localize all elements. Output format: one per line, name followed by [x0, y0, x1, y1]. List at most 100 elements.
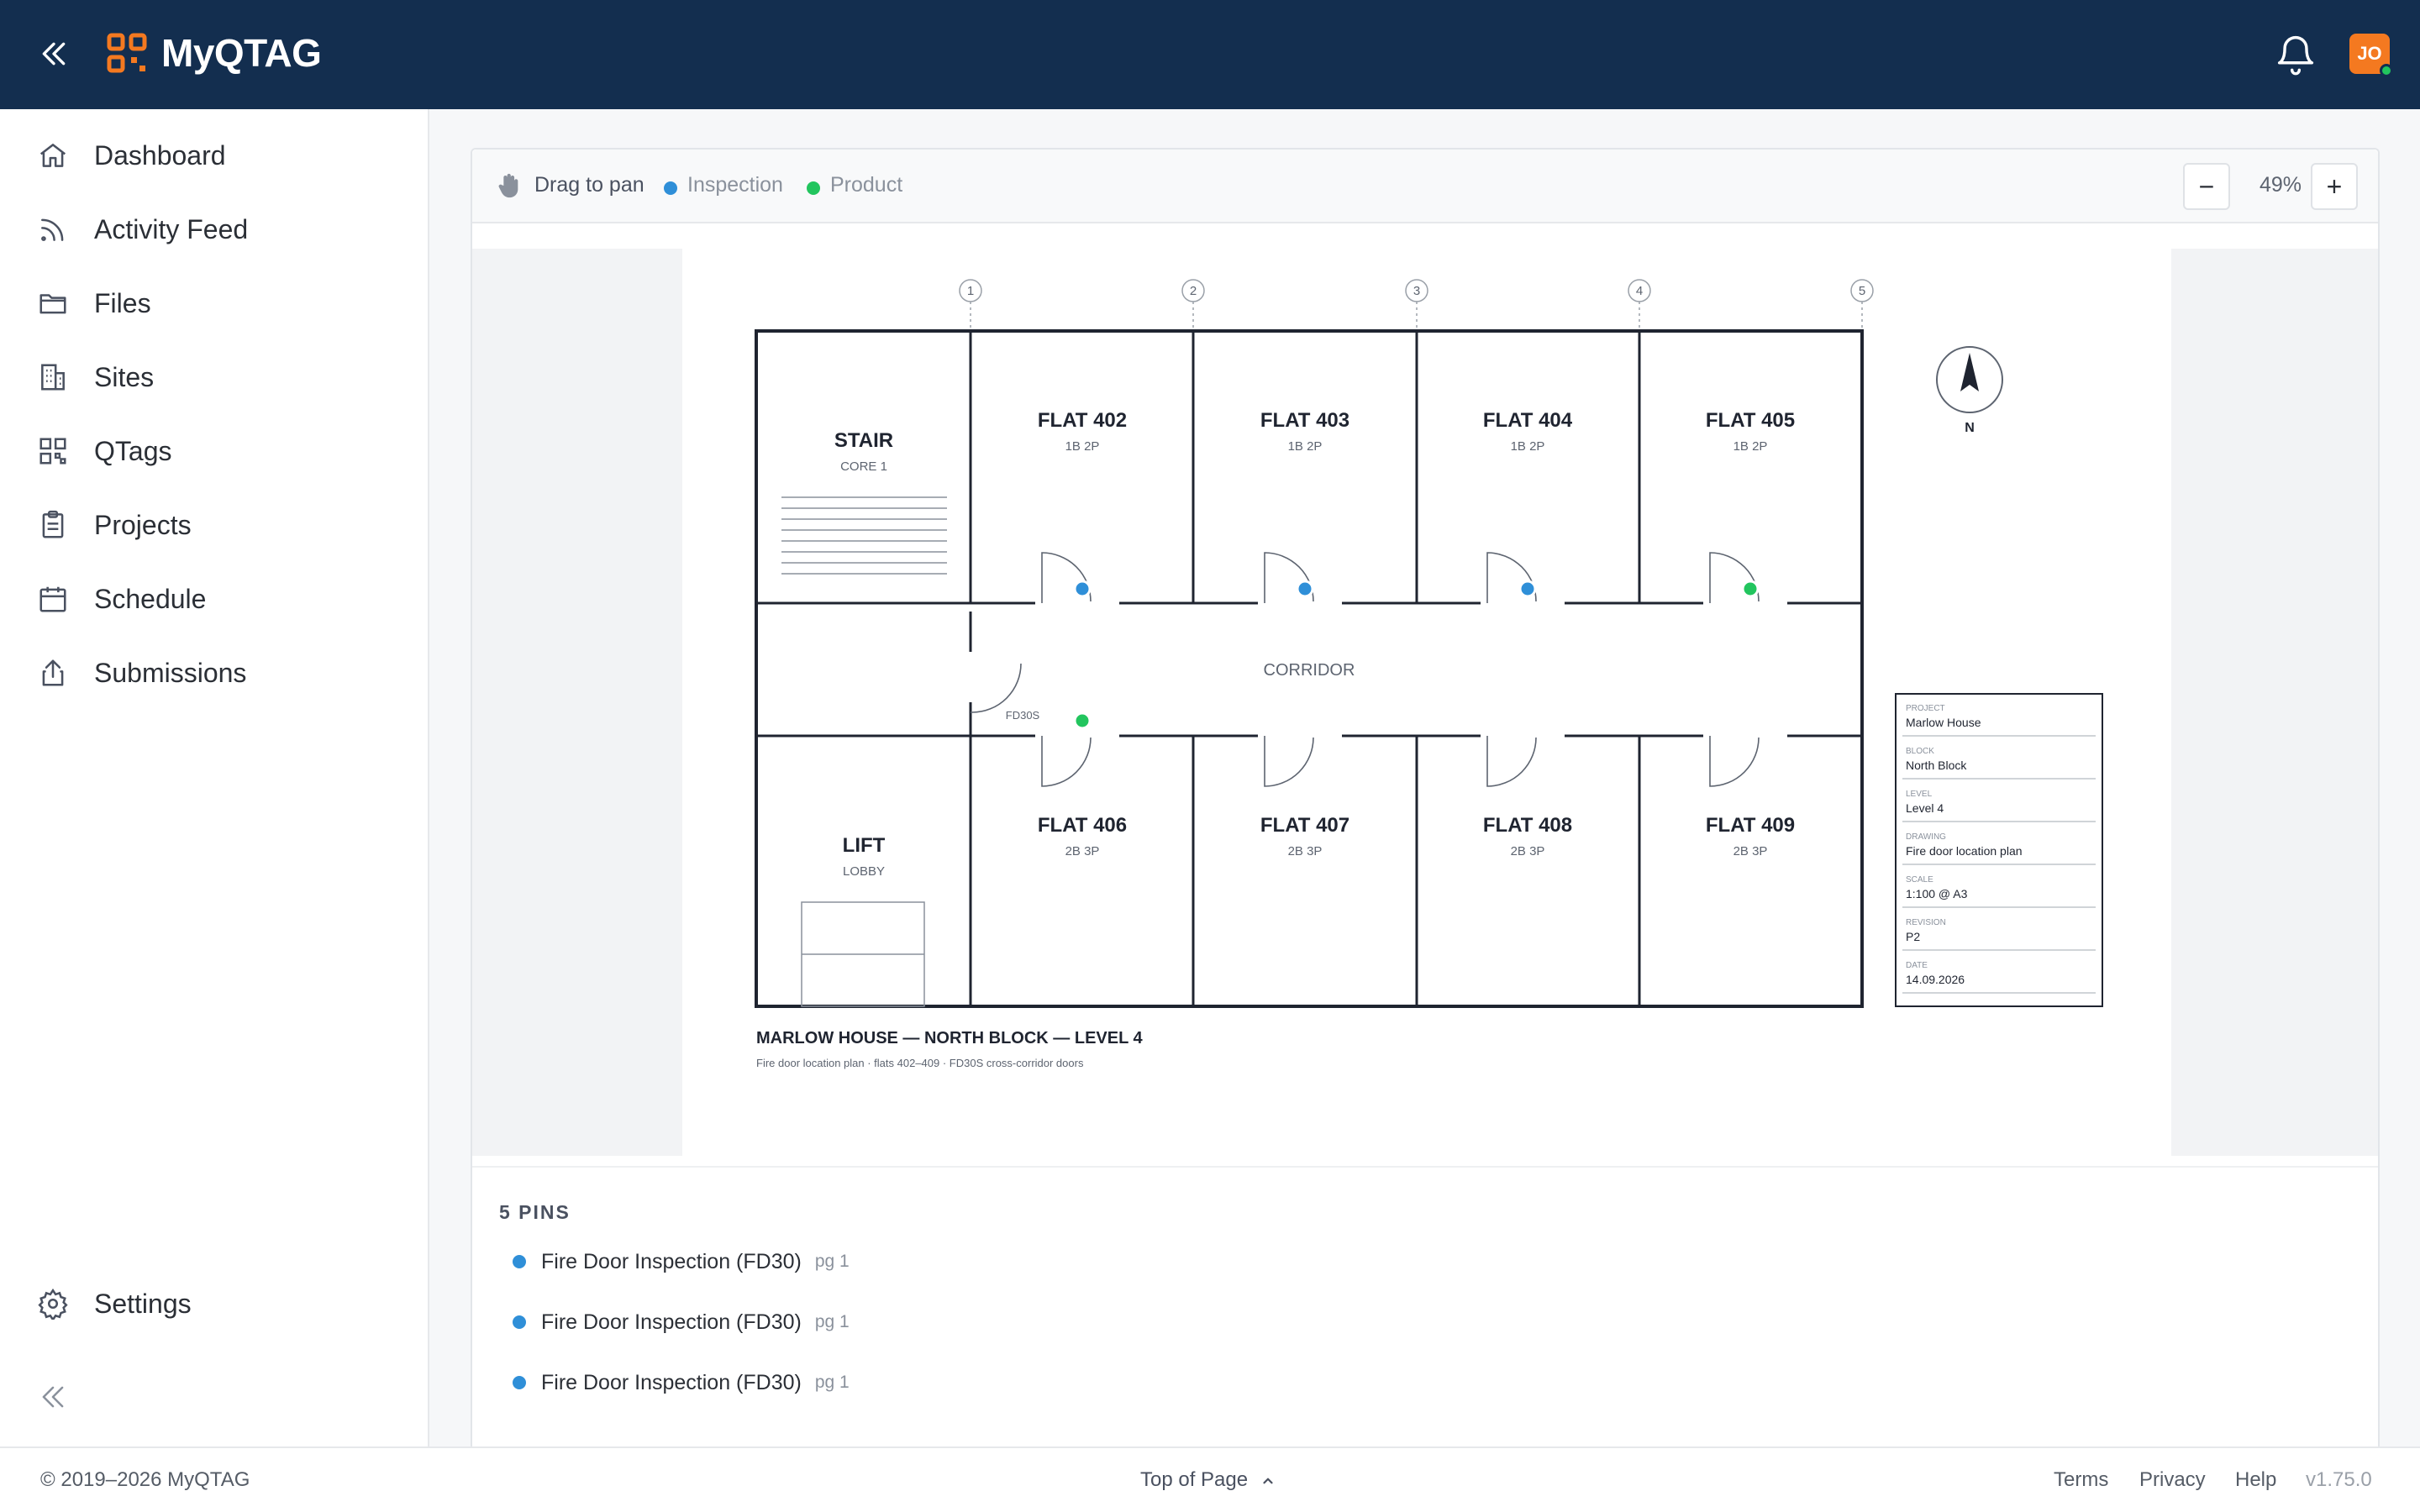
sidebar-item-dashboard[interactable]: Dashboard: [0, 122, 429, 189]
flat-type: 1B 2P: [1065, 439, 1100, 454]
terms-link[interactable]: Terms: [2054, 1468, 2108, 1492]
title-block-label: LEVEL: [1906, 790, 1933, 799]
pin-title: Fire Door Inspection (FD30): [541, 1370, 802, 1394]
pin-inspection[interactable]: [1518, 580, 1537, 598]
sidebar-item-label: QTags: [94, 435, 172, 466]
sidebar-item-projects[interactable]: Projects: [0, 491, 429, 559]
pin-inspection[interactable]: [1073, 580, 1092, 598]
clipboard-icon: [42, 510, 64, 538]
legend-inspection-label: Inspection: [687, 173, 783, 197]
legend-product-label: Product: [830, 173, 903, 197]
flat-type: 2B 3P: [1511, 844, 1545, 858]
brand-logo-icon: [107, 33, 147, 73]
flat-name: FLAT 407: [1260, 814, 1349, 837]
pin-product[interactable]: [1741, 580, 1760, 598]
pin-inspection[interactable]: [1296, 580, 1314, 598]
pin-product[interactable]: [1073, 711, 1092, 730]
title-block-value: Level 4: [1906, 801, 1944, 815]
chevron-up-icon[interactable]: [1260, 1473, 1276, 1488]
drawing-title: MARLOW HOUSE — NORTH BLOCK — LEVEL 4: [756, 1029, 1144, 1047]
main-content: Drag to pan Inspection Product − 49% + 1…: [429, 109, 2420, 1448]
brand-name: MyQTAG: [161, 31, 322, 75]
flat-type: 2B 3P: [1288, 844, 1323, 858]
pin-list-item[interactable]: Fire Door Inspection (FD30) pg 1: [513, 1366, 850, 1399]
pin-color-dot: [513, 1255, 526, 1268]
gear-icon: [38, 1288, 68, 1320]
notifications-bell-icon[interactable]: [2274, 30, 2317, 77]
pins-count: 5 PINS: [499, 1201, 571, 1223]
sidebar-item-label: Activity Feed: [94, 213, 249, 244]
rss-icon: [41, 218, 64, 241]
flat-name: FLAT 408: [1483, 814, 1572, 837]
zoom-in-button[interactable]: +: [2311, 163, 2358, 210]
flat-name: FLAT 404: [1483, 409, 1573, 432]
pin-title: Fire Door Inspection (FD30): [541, 1310, 802, 1334]
home-icon: [39, 144, 66, 167]
qr-code-icon: [39, 438, 66, 465]
drawing-subtitle: Fire door location plan · flats 402–409 …: [756, 1057, 1084, 1069]
title-block-value: P2: [1906, 930, 1920, 943]
north-label: N: [1965, 421, 1975, 435]
zoom-level: 49%: [2259, 173, 2302, 197]
pin-list-item[interactable]: Fire Door Inspection (FD30) pg 1: [513, 1305, 850, 1339]
zoom-out-button[interactable]: −: [2183, 163, 2230, 210]
legend-product-dot: [807, 181, 820, 195]
sidebar-item-schedule[interactable]: Schedule: [0, 565, 429, 633]
title-block-value: Fire door location plan: [1906, 844, 2023, 858]
top-bar: MyQTAG JO: [0, 0, 2420, 109]
help-link[interactable]: Help: [2235, 1468, 2276, 1492]
online-status-dot: [2380, 64, 2393, 77]
pin-color-dot: [513, 1376, 526, 1389]
flat-type: 1B 2P: [1511, 439, 1545, 454]
grid-label: 2: [1190, 284, 1197, 298]
title-block-label: DATE: [1906, 961, 1928, 970]
building-icon: [41, 364, 65, 391]
calendar-icon: [39, 586, 66, 612]
footer: © 2019–2026 MyQTAG Top of Page Terms Pri…: [0, 1446, 2420, 1512]
flat-name: FLAT 406: [1038, 814, 1127, 837]
collapse-sidebar-icon[interactable]: [37, 1381, 69, 1413]
sidebar-item-activity-feed[interactable]: Activity Feed: [0, 196, 429, 263]
flat-name: FLAT 409: [1706, 814, 1795, 837]
sidebar-item-label: Schedule: [94, 583, 207, 614]
pin-color-dot: [513, 1315, 526, 1329]
sidebar-item-sites[interactable]: Sites: [0, 344, 429, 411]
lift-car: [801, 901, 925, 1007]
sidebar-item-label: Dashboard: [94, 139, 226, 171]
sidebar-item-files[interactable]: Files: [0, 270, 429, 337]
title-block: PROJECT BLOCK LEVEL DRAWING SCALE REVISI…: [1895, 693, 2103, 1007]
floor-plan-sheet: 1 2 3 4 5 STAIR CORE 1 LIFT LOBBY CORRID…: [682, 249, 2171, 1156]
stair-label: STAIR: [834, 429, 893, 452]
title-block-label: PROJECT: [1906, 704, 1945, 713]
stair-treads: [781, 496, 947, 575]
pin-title: Fire Door Inspection (FD30): [541, 1249, 802, 1273]
pin-list-item[interactable]: Fire Door Inspection (FD30) pg 1: [513, 1245, 850, 1278]
stair-sublabel: CORE 1: [840, 459, 887, 474]
corridor-label: CORRIDOR: [1264, 661, 1355, 680]
sidebar-item-submissions[interactable]: Submissions: [0, 639, 429, 706]
plan-canvas[interactable]: 1 2 3 4 5 STAIR CORE 1 LIFT LOBBY CORRID…: [472, 223, 2378, 1166]
pin-page: pg 1: [814, 1373, 850, 1392]
grid-label: 1: [967, 284, 974, 298]
door-tag-fd30s: FD30S: [1006, 709, 1040, 722]
folder-icon: [39, 294, 66, 314]
hand-pan-icon: [498, 173, 518, 198]
sidebar-item-qtags[interactable]: QTags: [0, 417, 429, 485]
sidebar-item-settings[interactable]: Settings: [0, 1270, 429, 1337]
title-block-label: SCALE: [1906, 875, 1933, 885]
title-block-value: 1:100 @ A3: [1906, 887, 1968, 900]
collapse-sidebar-icon[interactable]: [37, 37, 71, 71]
privacy-link[interactable]: Privacy: [2139, 1468, 2206, 1492]
pin-page: pg 1: [814, 1252, 850, 1271]
title-block-label: REVISION: [1906, 918, 1946, 927]
flat-name: FLAT 403: [1260, 409, 1349, 432]
lift-sublabel: LOBBY: [843, 864, 885, 879]
grid-label: 5: [1859, 284, 1865, 298]
app-version: v1.75.0: [2306, 1468, 2372, 1491]
plan-viewer-card: Drag to pan Inspection Product − 49% + 1…: [471, 148, 2380, 1448]
sidebar-item-label: Settings: [94, 1288, 192, 1319]
title-block-value: Marlow House: [1906, 716, 1981, 729]
north-arrow-icon: [1936, 346, 2003, 413]
title-block-label: BLOCK: [1906, 747, 1934, 756]
top-of-page-link[interactable]: Top of Page: [1140, 1468, 1248, 1492]
